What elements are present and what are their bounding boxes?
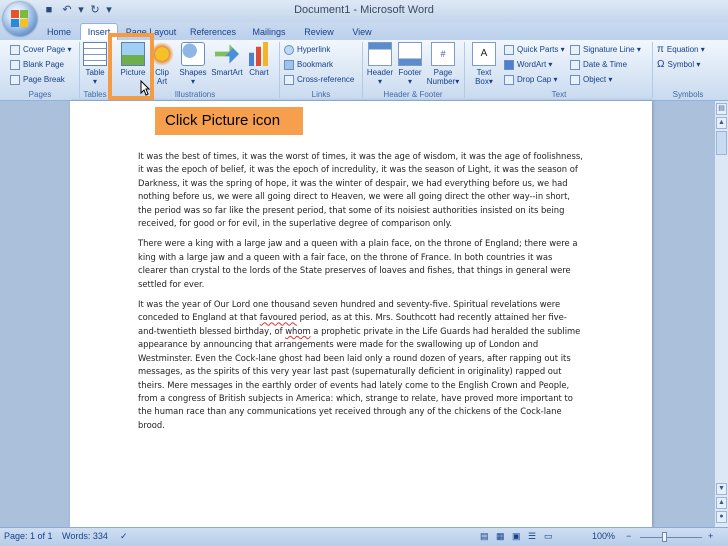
quick-parts-button[interactable]: Quick Parts ▾	[504, 43, 565, 56]
scroll-thumb[interactable]	[716, 131, 727, 155]
tab-references[interactable]: References	[188, 24, 238, 40]
grammar-error[interactable]: whom	[285, 326, 310, 336]
outline-icon[interactable]: ☰	[528, 531, 536, 542]
picture-icon	[121, 42, 145, 66]
word-count[interactable]: Words: 334	[62, 531, 108, 541]
instruction-callout: Click Picture icon	[155, 107, 303, 135]
ribbon-tabs: Home Insert Page Layout References Maili…	[0, 22, 728, 41]
quick-parts-icon	[504, 44, 514, 55]
page-break-icon	[10, 74, 20, 85]
group-label-symbols: Symbols	[672, 90, 704, 99]
signature-line-icon	[570, 44, 580, 55]
spelling-error[interactable]: favoured	[260, 312, 297, 322]
group-label-header-footer: Header & Footer	[383, 90, 443, 99]
footer-icon	[398, 42, 422, 66]
hyperlink-icon	[284, 44, 294, 55]
ribbon: Cover Page ▾ Blank Page Page Break Pages…	[0, 40, 728, 101]
page-count[interactable]: Page: 1 of 1	[4, 531, 53, 541]
page-number-icon: #	[431, 42, 455, 66]
shapes-icon	[181, 42, 205, 66]
text-box-button[interactable]: A Text Box▾	[470, 42, 498, 86]
signature-line-button[interactable]: Signature Line ▾	[570, 43, 641, 56]
cover-page-button[interactable]: Cover Page ▾	[10, 43, 72, 56]
group-separator	[464, 42, 465, 98]
blank-page-icon	[10, 59, 20, 70]
cross-reference-icon	[284, 74, 294, 85]
draft-icon[interactable]: ▭	[544, 531, 553, 542]
page-number-button[interactable]: # Page Number▾	[426, 42, 460, 86]
shapes-button[interactable]: Shapes ▾	[178, 42, 208, 86]
cover-page-icon	[10, 44, 20, 55]
zoom-level[interactable]: 100%	[592, 531, 615, 541]
tab-insert[interactable]: Insert	[80, 23, 118, 41]
bookmark-button[interactable]: Bookmark	[284, 58, 333, 71]
header-icon	[368, 42, 392, 66]
symbol-button[interactable]: Ω Symbol ▾	[657, 58, 700, 71]
office-button[interactable]	[3, 2, 37, 36]
group-label-illustrations: Illustrations	[174, 90, 216, 99]
zoom-slider-thumb[interactable]	[662, 532, 667, 542]
tab-review[interactable]: Review	[300, 24, 338, 40]
pi-icon: π	[657, 44, 664, 55]
paragraph[interactable]: It was the best of times, it was the wor…	[138, 150, 584, 230]
full-screen-reading-icon[interactable]: ▦	[496, 531, 505, 542]
proofing-icon[interactable]: ✓	[120, 531, 128, 542]
table-button[interactable]: Table ▾	[82, 42, 108, 86]
office-logo-icon	[11, 10, 29, 28]
group-label-text: Text	[551, 90, 567, 99]
footer-button[interactable]: Footer ▾	[396, 42, 424, 86]
tab-page-layout[interactable]: Page Layout	[124, 24, 178, 40]
browse-object-icon[interactable]: ●	[716, 511, 727, 523]
mouse-cursor-icon	[140, 80, 150, 96]
cross-reference-button[interactable]: Cross-reference	[284, 73, 354, 86]
clip-art-button[interactable]: Clip Art	[150, 42, 174, 86]
group-label-links: Links	[311, 90, 331, 99]
zoom-in-icon[interactable]: +	[708, 531, 713, 541]
table-icon	[83, 42, 107, 66]
picture-button[interactable]: Picture	[118, 42, 148, 77]
object-button[interactable]: Object ▾	[570, 73, 612, 86]
text-box-icon: A	[472, 42, 496, 66]
window-title: Document1 - Microsoft Word	[294, 4, 434, 16]
group-label-pages: Pages	[28, 90, 52, 99]
scroll-down-icon[interactable]: ▼	[716, 483, 727, 495]
smartart-icon	[215, 44, 239, 64]
vertical-scrollbar[interactable]: ▤ ▲ ▼ ▲ ●	[714, 101, 728, 527]
clip-art-icon	[150, 42, 174, 66]
drop-cap-icon	[504, 74, 514, 85]
tab-view[interactable]: View	[348, 24, 376, 40]
paragraph[interactable]: There were a king with a large jaw and a…	[138, 237, 584, 291]
page-break-button[interactable]: Page Break	[10, 73, 65, 86]
zoom-slider[interactable]	[640, 537, 702, 538]
wordart-icon	[504, 59, 514, 70]
status-bar: Page: 1 of 1 Words: 334 ✓ ▤ ▦ ▣ ☰ ▭ 100%…	[0, 527, 728, 546]
date-time-button[interactable]: Date & Time	[570, 58, 627, 71]
wordart-button[interactable]: WordArt ▾	[504, 58, 552, 71]
previous-page-icon[interactable]: ▲	[716, 497, 727, 509]
chart-button[interactable]: Chart	[246, 42, 272, 77]
web-layout-icon[interactable]: ▣	[512, 531, 521, 542]
document-body[interactable]: It was the best of times, it was the wor…	[138, 150, 584, 439]
object-icon	[570, 74, 580, 85]
title-bar: ■ ↶ ▾ ↻ ▾ Document1 - Microsoft Word	[0, 0, 728, 22]
calendar-icon	[570, 59, 580, 70]
ruler-toggle-icon[interactable]: ▤	[716, 103, 727, 115]
hyperlink-button[interactable]: Hyperlink	[284, 43, 330, 56]
paragraph[interactable]: It was the year of Our Lord one thousand…	[138, 298, 584, 432]
tab-home[interactable]: Home	[42, 24, 76, 40]
header-button[interactable]: Header ▾	[366, 42, 394, 86]
group-label-tables: Tables	[83, 90, 107, 99]
blank-page-button[interactable]: Blank Page	[10, 58, 64, 71]
zoom-out-icon[interactable]: −	[626, 531, 631, 541]
smartart-button[interactable]: SmartArt	[210, 42, 244, 77]
omega-icon: Ω	[657, 59, 665, 70]
scroll-up-icon[interactable]: ▲	[716, 117, 727, 129]
chart-icon	[247, 42, 269, 66]
print-layout-icon[interactable]: ▤	[480, 531, 489, 542]
drop-cap-button[interactable]: Drop Cap ▾	[504, 73, 558, 86]
equation-button[interactable]: π Equation ▾	[657, 43, 705, 56]
bookmark-icon	[284, 59, 294, 70]
tab-mailings[interactable]: Mailings	[248, 24, 290, 40]
